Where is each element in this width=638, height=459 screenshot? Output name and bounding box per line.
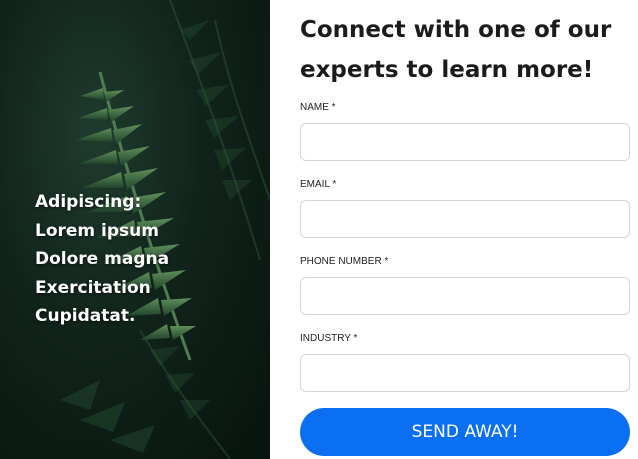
email-label: EMAIL * <box>300 179 337 190</box>
form-heading: Connect with one of our experts to learn… <box>300 17 612 83</box>
fern-background-image: Adipiscing: Lorem ipsum Dolore magna Exe… <box>0 0 270 459</box>
contact-form: Connect with one of our experts to learn… <box>270 0 638 459</box>
hero-line: Dolore magna <box>35 249 170 269</box>
phone-number-label: PHONE NUMBER * <box>300 256 389 267</box>
name-label: NAME * <box>300 102 336 113</box>
send-away-button[interactable]: SEND AWAY! <box>300 408 630 456</box>
industry-label: INDUSTRY * <box>300 333 358 344</box>
industry-field[interactable] <box>300 354 630 392</box>
phone-number-field[interactable] <box>300 277 630 315</box>
hero-line: Adipiscing: <box>35 192 142 212</box>
hero-tagline: Adipiscing: Lorem ipsum Dolore magna Exe… <box>35 188 265 331</box>
hero-line: Lorem ipsum <box>35 220 159 241</box>
hero-line: Exercitation <box>35 277 151 298</box>
hero-line: Cupidatat. <box>35 306 136 326</box>
name-field[interactable] <box>300 123 630 161</box>
email-field[interactable] <box>300 200 630 238</box>
